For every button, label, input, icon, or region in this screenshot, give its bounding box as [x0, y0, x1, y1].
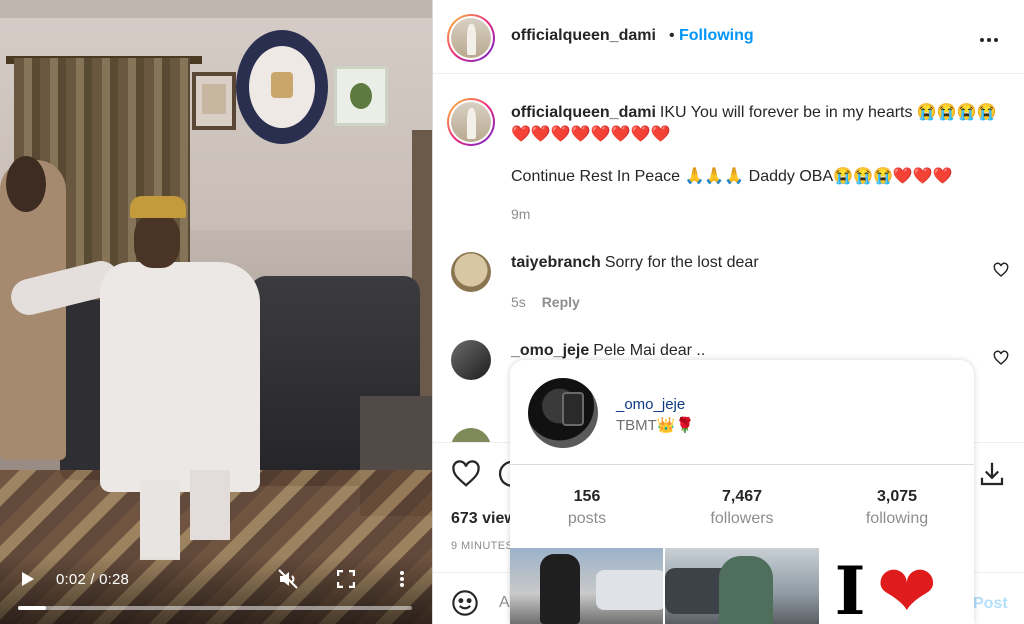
commenter-username[interactable]: taiyebranch	[511, 254, 601, 271]
caption-line-1: officialqueen_dami IKU You will forever b…	[511, 102, 1007, 146]
commenter-avatar[interactable]	[451, 252, 491, 292]
stat-value: 3,075	[876, 488, 918, 505]
following-button[interactable]: Following	[679, 27, 754, 45]
hover-card-avatar[interactable]	[528, 378, 598, 448]
video-frame-dancing-man	[7, 196, 300, 566]
commenter-avatar[interactable]	[451, 340, 491, 380]
video-options-button[interactable]	[388, 565, 416, 593]
fullscreen-icon	[337, 570, 355, 588]
comment-body: taiyebranch Sorry for the lost dear	[511, 252, 759, 274]
fullscreen-button[interactable]	[332, 565, 360, 593]
caption-username[interactable]: officialqueen_dami	[511, 104, 656, 121]
stat-value: 156	[573, 488, 601, 505]
thumbnail-heart: ❤	[876, 552, 937, 624]
video-progress-bar[interactable]	[18, 606, 412, 610]
caption-author-avatar[interactable]	[447, 98, 495, 146]
stat-label: following	[865, 510, 929, 527]
comment-like-icon[interactable]	[993, 262, 1009, 278]
heart-outline-icon[interactable]	[451, 459, 481, 489]
video-controls: 0:02 / 0:28	[0, 564, 432, 594]
muted-speaker-icon	[278, 569, 298, 589]
reply-button[interactable]: Reply	[542, 294, 580, 310]
profile-hover-card: _omo_jeje TBMT👑🌹 156 posts 7,467 followe…	[510, 360, 974, 624]
caption-text-2: Continue Rest In Peace 🙏🙏🙏 Daddy OBA😭😭😭❤…	[511, 168, 953, 185]
smiley-icon[interactable]	[451, 589, 479, 617]
video-progress-fill	[18, 606, 47, 610]
download-icon[interactable]	[977, 459, 1007, 489]
comment-text: Pele Mai dear ..	[593, 342, 706, 359]
video-frame-small-clock	[334, 66, 388, 126]
play-icon	[22, 572, 34, 586]
more-vertical-icon	[400, 571, 404, 587]
stat-value: 7,467	[721, 488, 763, 505]
commenter-username[interactable]: _omo_jeje	[511, 342, 589, 359]
recent-post-thumbnail[interactable]	[665, 548, 819, 624]
play-button[interactable]	[14, 565, 42, 593]
caption-timestamp[interactable]: 9m	[511, 206, 530, 222]
recent-post-thumbnail[interactable]	[510, 548, 664, 624]
hover-card-divider	[510, 464, 974, 465]
author-username[interactable]: officialqueen_dami	[511, 27, 656, 45]
more-horizontal-icon	[980, 38, 998, 42]
post-header: officialqueen_dami • Following	[433, 0, 1024, 74]
hover-card-username[interactable]: _omo_jeje	[616, 396, 685, 413]
stat-followers[interactable]: 7,467 followers	[665, 488, 819, 528]
comment-like-icon[interactable]	[993, 350, 1009, 366]
mute-button[interactable]	[274, 565, 302, 593]
video-frame-wall-clock	[236, 30, 328, 144]
stat-label: posts	[567, 510, 607, 527]
more-options-button[interactable]	[979, 26, 999, 49]
comment-meta: 5s Reply	[511, 294, 580, 310]
comment-text: Sorry for the lost dear	[604, 254, 759, 271]
author-avatar[interactable]	[447, 14, 495, 62]
hover-card-bio: TBMT👑🌹	[616, 417, 695, 434]
video-frame-wall-picture	[192, 72, 236, 130]
stat-following[interactable]: 3,075 following	[820, 488, 974, 528]
stat-label: followers	[710, 510, 774, 527]
thumbnail-letter: I	[834, 552, 866, 624]
header-separator: •	[669, 27, 675, 44]
recent-post-thumbnail[interactable]: I ❤	[820, 548, 974, 624]
video-time: 0:02 / 0:28	[56, 570, 130, 588]
comment-body: _omo_jeje Pele Mai dear ..	[511, 340, 705, 362]
comment-timestamp[interactable]: 5s	[511, 294, 526, 310]
commenter-avatar-partial[interactable]	[451, 428, 491, 442]
video-frame-ceiling	[0, 0, 432, 18]
post-comment-button[interactable]: Post	[973, 595, 1008, 613]
video-player[interactable]: 0:02 / 0:28	[0, 0, 432, 624]
hover-card-photos: I ❤	[510, 548, 974, 624]
stat-posts[interactable]: 156 posts	[510, 488, 664, 528]
